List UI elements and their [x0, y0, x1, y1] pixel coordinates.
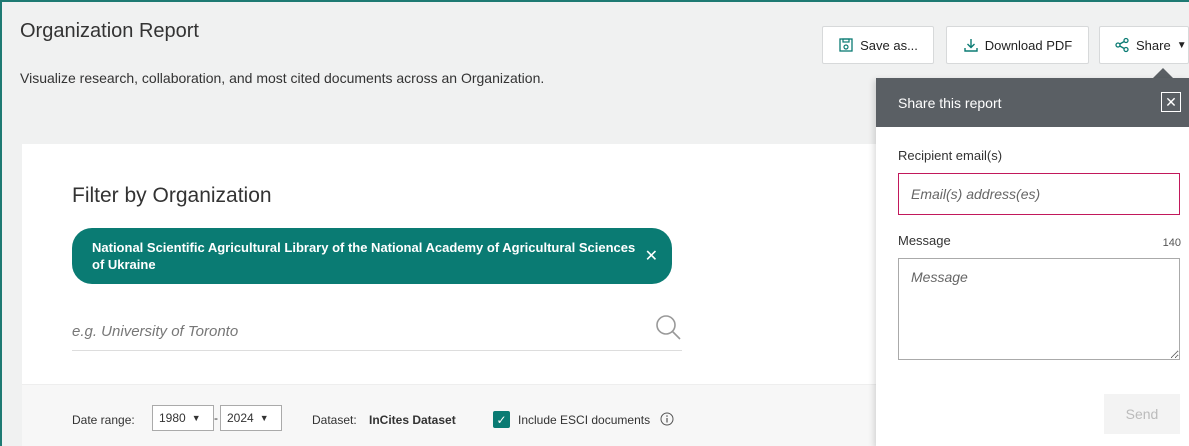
date-from-select[interactable]: 1980 ▼: [152, 405, 214, 431]
save-icon: [839, 38, 853, 52]
send-button[interactable]: Send: [1104, 394, 1180, 434]
message-label: Message: [898, 233, 951, 248]
date-from-value: 1980: [159, 411, 186, 425]
share-panel-header: Share this report ✕: [876, 78, 1189, 127]
include-esci-label: Include ESCI documents: [518, 413, 651, 427]
page-title: Organization Report: [20, 20, 199, 42]
selected-organization-chip[interactable]: National Scientific Agricultural Library…: [72, 228, 672, 284]
download-icon: [964, 39, 978, 52]
filter-card: Filter by Organization National Scientif…: [22, 144, 902, 446]
selected-organization-label: National Scientific Agricultural Library…: [92, 240, 636, 272]
download-pdf-button[interactable]: Download PDF: [946, 26, 1089, 64]
caret-down-icon: ▼: [191, 413, 201, 423]
remove-chip-icon[interactable]: ✕: [645, 246, 658, 266]
filter-heading: Filter by Organization: [72, 184, 272, 207]
include-esci-checkbox[interactable]: ✓: [493, 411, 510, 428]
dataset-value[interactable]: InCites Dataset: [369, 413, 456, 427]
caret-down-icon: ▼: [259, 413, 269, 423]
dataset-label: Dataset:: [312, 413, 357, 427]
date-to-select[interactable]: 2024 ▼: [220, 405, 282, 431]
share-button[interactable]: Share ▼: [1099, 26, 1189, 64]
save-as-button[interactable]: Save as...: [822, 26, 934, 64]
date-to-value: 2024: [227, 411, 254, 425]
report-controls-bar: Date range: 1980 ▼ - 2024 ▼ Dataset: InC…: [22, 384, 902, 446]
share-report-panel: Share this report ✕ Recipient email(s) M…: [876, 78, 1189, 446]
download-pdf-label: Download PDF: [984, 37, 1073, 53]
search-icon[interactable]: [654, 313, 682, 341]
share-icon: [1115, 37, 1129, 53]
recipient-email-input[interactable]: [898, 173, 1180, 215]
message-character-count: 140: [1162, 237, 1181, 249]
message-textarea[interactable]: [898, 258, 1180, 360]
organization-search-input[interactable]: [72, 317, 632, 345]
date-range-separator: -: [214, 411, 218, 425]
info-icon[interactable]: [660, 412, 674, 426]
share-panel-title: Share this report: [898, 94, 1002, 111]
close-icon[interactable]: ✕: [1161, 92, 1181, 112]
organization-search: [72, 309, 682, 351]
page-subtitle: Visualize research, collaboration, and m…: [20, 70, 545, 86]
recipient-email-label: Recipient email(s): [898, 148, 1003, 163]
caret-down-icon: ▼: [1176, 39, 1187, 51]
date-range-label: Date range:: [72, 413, 135, 427]
share-label: Share: [1136, 37, 1171, 53]
save-as-label: Save as...: [860, 37, 918, 53]
checkmark-icon: ✓: [496, 412, 507, 427]
